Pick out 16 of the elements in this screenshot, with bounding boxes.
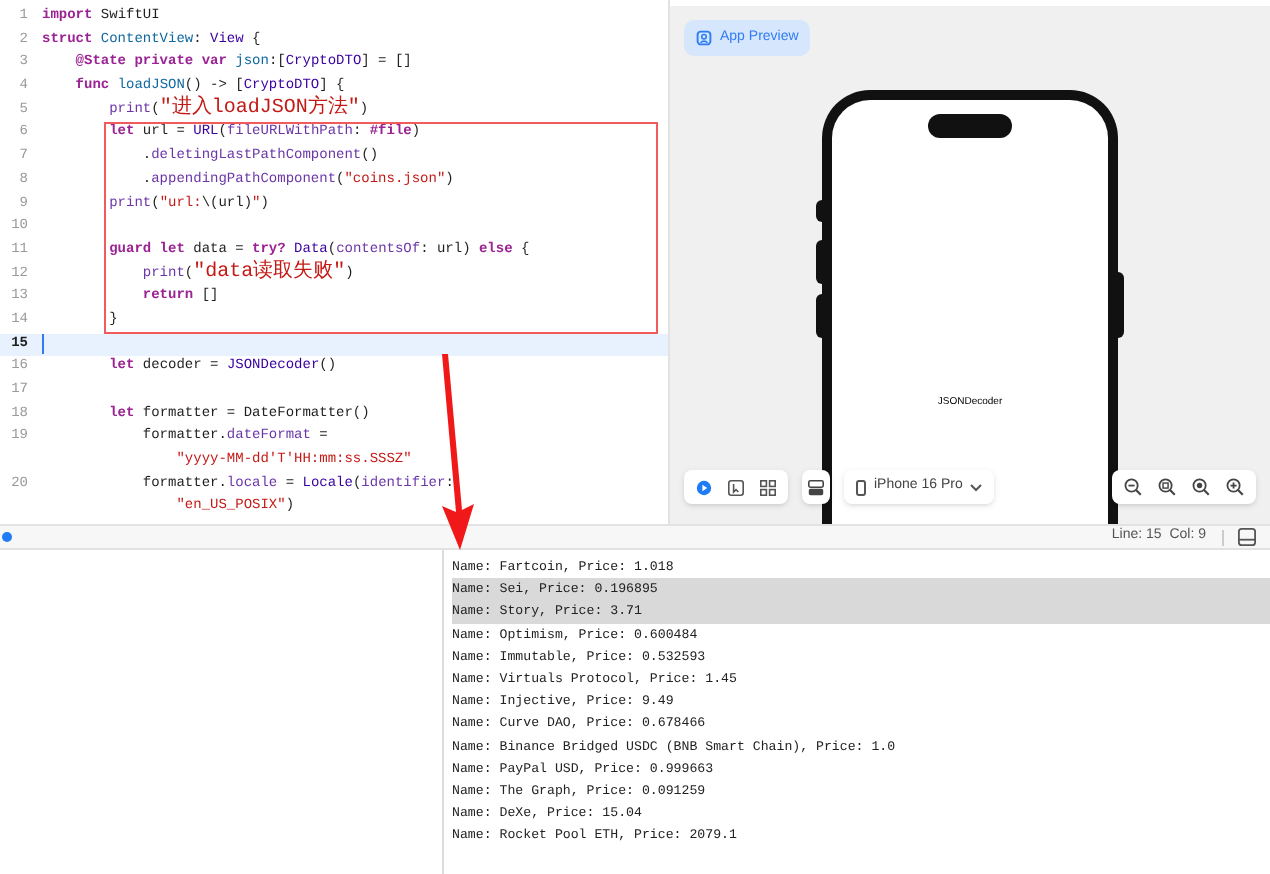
code-editor[interactable]	[0, 0, 670, 524]
panel-toggle-icon[interactable]	[1238, 528, 1256, 546]
chevron-down-icon	[970, 483, 983, 491]
zoom-fit-icon[interactable]	[1158, 478, 1176, 496]
device-settings-button[interactable]	[802, 470, 830, 504]
zoom-in-icon[interactable]	[1226, 478, 1244, 496]
phone-icon	[856, 479, 866, 495]
dynamic-island	[928, 114, 1012, 138]
preview-icon	[696, 30, 712, 46]
grid-icon[interactable]	[760, 479, 776, 495]
zoom-actual-icon[interactable]	[1192, 478, 1210, 496]
play-icon[interactable]	[696, 479, 712, 495]
text-cursor	[42, 334, 44, 355]
pointer-icon[interactable]	[728, 479, 744, 495]
switches-icon	[808, 479, 824, 495]
zoom-out-icon[interactable]	[1124, 478, 1142, 496]
